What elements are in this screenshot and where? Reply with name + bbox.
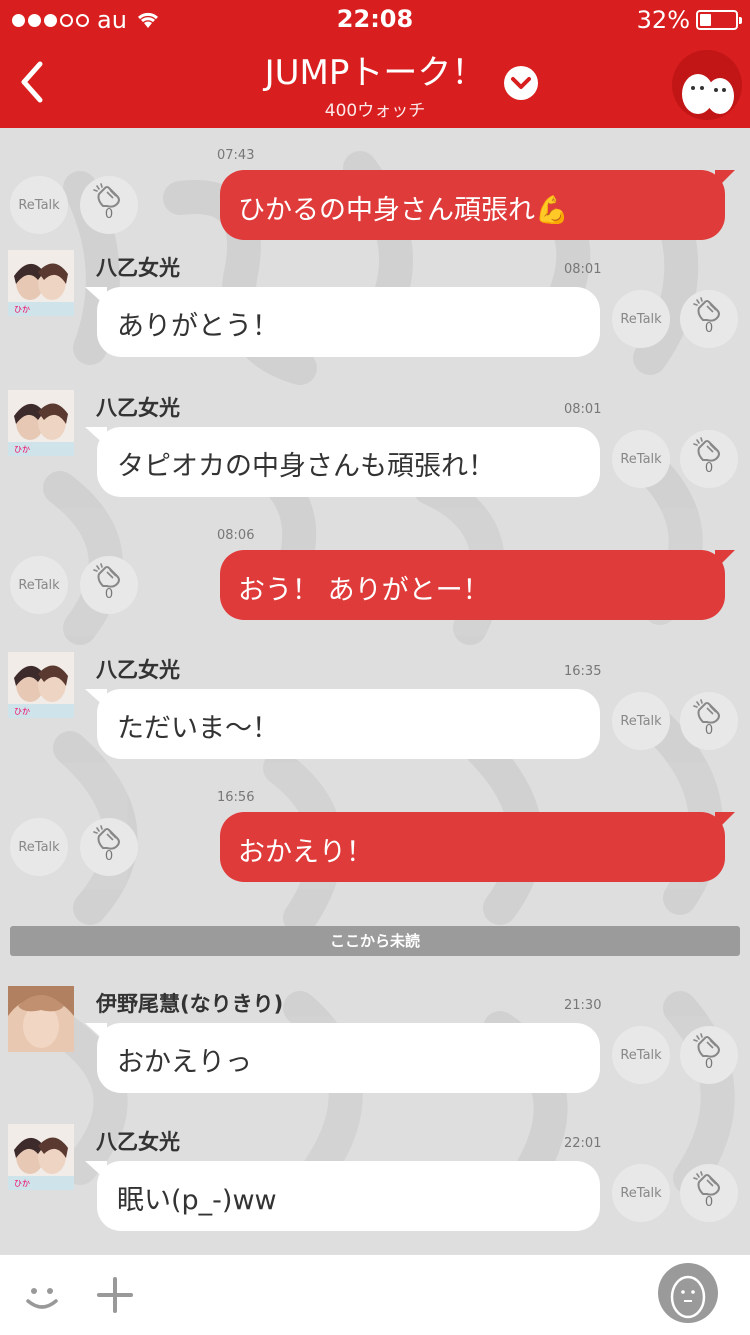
retalk-button[interactable]: ReTalk <box>612 692 670 750</box>
plus-icon <box>97 1277 133 1313</box>
clap-button[interactable]: 0 <box>80 176 138 234</box>
emoji-button[interactable] <box>22 1273 62 1317</box>
clap-icon <box>93 183 120 208</box>
sender-name: 八乙女光 <box>96 1130 180 1154</box>
watch-count: 400ウォッチ <box>324 101 426 121</box>
clap-button[interactable]: 0 <box>680 1026 738 1084</box>
clap-button[interactable]: 0 <box>680 430 738 488</box>
nav-bar: JUMPトーク！ 400ウォッチ <box>0 40 750 128</box>
input-bar <box>0 1254 750 1335</box>
smile-icon <box>26 1288 58 1309</box>
clap-icon <box>693 297 720 322</box>
incoming-message-bubble[interactable]: ありがとう！ <box>85 287 600 357</box>
outgoing-message-bubble[interactable]: おかえり！ <box>220 812 735 882</box>
clap-button[interactable]: 0 <box>80 818 138 876</box>
clap-icon <box>93 825 120 850</box>
svg-text:ひか: ひか <box>14 1179 30 1188</box>
clap-button[interactable]: 0 <box>680 290 738 348</box>
clap-icon <box>693 699 720 724</box>
message-text: ひかるの中身さん頑張れ💪 <box>238 195 569 226</box>
message-timestamp: 16:35 <box>564 664 602 679</box>
clap-count: 0 <box>704 461 714 476</box>
clap-count: 0 <box>104 849 114 864</box>
clap-count: 0 <box>104 207 114 222</box>
message-timestamp: 08:01 <box>564 262 602 277</box>
message-text: おかえり！ <box>238 837 373 868</box>
message-text: タピオカの中身さんも頑張れ！ <box>117 451 495 482</box>
incoming-message-bubble[interactable]: タピオカの中身さんも頑張れ！ <box>85 427 600 497</box>
clap-count: 0 <box>704 723 714 738</box>
message-timestamp: 07:43 <box>217 148 255 163</box>
bubble-tail <box>85 287 107 307</box>
ghost-avatar-icon <box>682 74 734 114</box>
sender-name: 八乙女光 <box>96 396 180 420</box>
retalk-button[interactable]: ReTalk <box>612 1164 670 1222</box>
sender-avatar[interactable]: ひか <box>8 1124 74 1190</box>
svg-text:ひか: ひか <box>14 305 30 314</box>
retalk-button[interactable]: ReTalk <box>612 290 670 348</box>
user-icon <box>670 1275 706 1319</box>
battery-area: 32% <box>636 6 742 34</box>
sender-avatar[interactable]: ひか <box>8 652 74 718</box>
status-bar: au 22:08 32% <box>0 0 750 40</box>
clap-icon <box>693 1171 720 1196</box>
retalk-button[interactable]: ReTalk <box>612 430 670 488</box>
message-timestamp: 08:06 <box>217 528 255 543</box>
sender-avatar[interactable]: ひか <box>8 250 74 316</box>
unread-divider: ここから未読 <box>10 926 740 956</box>
clap-count: 0 <box>104 587 114 602</box>
profile-button[interactable] <box>672 50 742 120</box>
svg-text:ひか: ひか <box>14 707 30 716</box>
sender-name: 八乙女光 <box>96 256 180 280</box>
clap-icon <box>93 563 120 588</box>
incoming-message-bubble[interactable]: 眠い(p_-)ww <box>85 1161 600 1231</box>
chat-area[interactable]: 07:43 ひかるの中身さん頑張れ💪 ReTalk 0 ひか 八乙女光 08:01 ありがとう… <box>0 128 750 1254</box>
dropdown-button[interactable] <box>504 66 538 100</box>
outgoing-message-bubble[interactable]: ひかるの中身さん頑張れ💪 <box>220 170 735 240</box>
message-text: おう！ ありがとー！ <box>238 575 490 606</box>
character-select-button[interactable] <box>658 1263 718 1323</box>
chevron-down-icon <box>511 77 531 89</box>
message-text: ただいま〜！ <box>117 713 279 744</box>
retalk-button[interactable]: ReTalk <box>10 818 68 876</box>
retalk-button[interactable]: ReTalk <box>612 1026 670 1084</box>
svg-text:ひか: ひか <box>14 445 30 454</box>
sender-name: 伊野尾慧(なりきり) <box>96 992 284 1016</box>
add-attachment-button[interactable] <box>96 1273 134 1317</box>
battery-icon <box>696 10 742 30</box>
clap-button[interactable]: 0 <box>680 692 738 750</box>
sender-name: 八乙女光 <box>96 658 180 682</box>
message-timestamp: 22:01 <box>564 1136 602 1151</box>
retalk-button[interactable]: ReTalk <box>10 556 68 614</box>
message-timestamp: 16:56 <box>217 790 255 805</box>
clap-count: 0 <box>704 1195 714 1210</box>
sender-avatar[interactable]: ひか <box>8 390 74 456</box>
message-timestamp: 08:01 <box>564 402 602 417</box>
outgoing-message-bubble[interactable]: おう！ ありがとー！ <box>220 550 735 620</box>
clap-count: 0 <box>704 321 714 336</box>
battery-percent: 32% <box>636 6 690 34</box>
incoming-message-bubble[interactable]: おかえりっ <box>85 1023 600 1093</box>
clap-button[interactable]: 0 <box>680 1164 738 1222</box>
retalk-button[interactable]: ReTalk <box>10 176 68 234</box>
bubble-tail <box>85 1161 107 1181</box>
page-title: JUMPトーク！ <box>264 53 486 93</box>
bubble-tail <box>715 170 735 190</box>
bubble-tail <box>85 1023 107 1043</box>
bubble-tail <box>715 550 735 570</box>
clap-icon <box>693 437 720 462</box>
bubble-tail <box>715 812 735 832</box>
sender-avatar[interactable] <box>8 986 74 1052</box>
message-text: 眠い(p_-)ww <box>117 1185 277 1216</box>
bubble-tail <box>85 689 107 709</box>
clap-count: 0 <box>704 1057 714 1072</box>
incoming-message-bubble[interactable]: ただいま〜！ <box>85 689 600 759</box>
clap-button[interactable]: 0 <box>80 556 138 614</box>
message-timestamp: 21:30 <box>564 998 602 1013</box>
message-text: ありがとう！ <box>117 311 279 342</box>
nav-title-area[interactable]: JUMPトーク！ 400ウォッチ <box>0 52 750 121</box>
bubble-tail <box>85 427 107 447</box>
clap-icon <box>693 1033 720 1058</box>
message-text: おかえりっ <box>117 1047 252 1078</box>
